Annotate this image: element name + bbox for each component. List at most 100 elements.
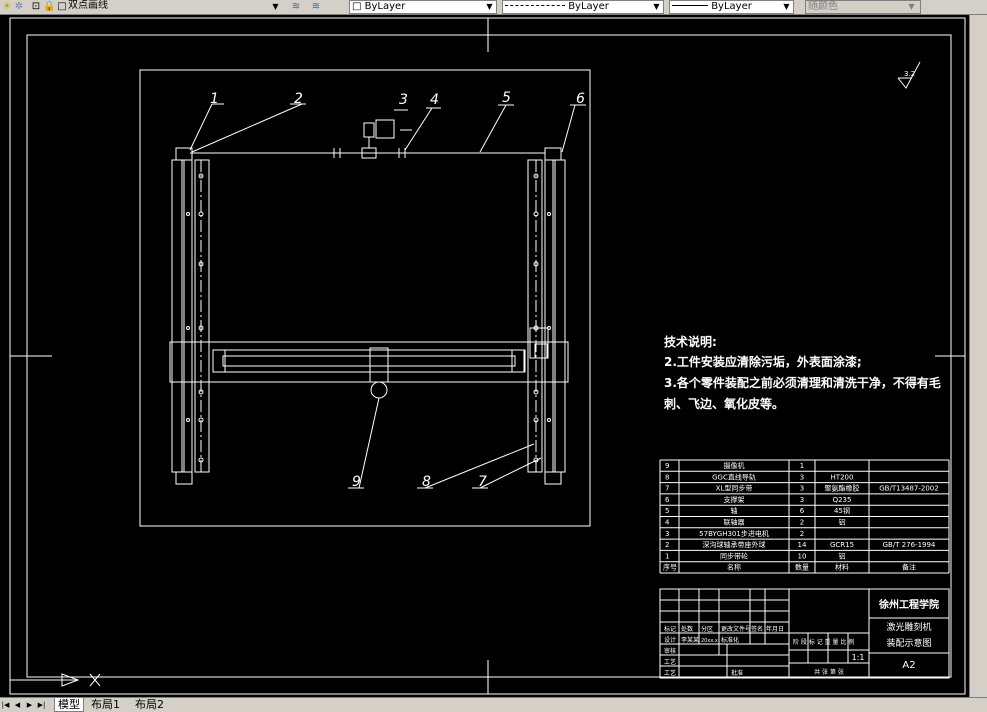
tab-model[interactable]: 模型 [54, 698, 84, 712]
standardization-label: 标准化 [721, 636, 739, 644]
layer-on-icon[interactable]: ☀ [1, 1, 13, 13]
camera-head [370, 381, 388, 399]
design-label: 设计 [664, 636, 676, 644]
bom-row-material: 聚氨酯橡胶 [825, 484, 860, 493]
plotstyle-control[interactable]: 随颜色 [805, 0, 921, 14]
leader-line-4 [404, 107, 433, 151]
left-rail-outer [171, 159, 183, 473]
layer-previous-icon[interactable]: ≋ [308, 1, 324, 13]
stage-labels: 阶 段 标 记 重 量 比 例 [793, 638, 854, 646]
drawing-canvas[interactable]: 1 2 3 4 5 6 7 8 9 3.2 技术说明: 2.工件安装应清除污垢，… [0, 15, 969, 697]
bom-row-no: 8 [665, 473, 669, 481]
motor-body [363, 122, 375, 138]
machine-frame-outline [139, 69, 591, 527]
bom-row-qty: 2 [800, 530, 804, 538]
bom-row-standard: GB/T 276-1994 [883, 541, 936, 549]
linetype-sample-icon [505, 5, 565, 7]
color-dropdown-arrow-icon[interactable]: ▼ [484, 1, 495, 12]
tab-layout2[interactable]: 布局2 [132, 698, 167, 712]
bom-row-qty: 14 [798, 541, 807, 549]
bom-row-material: 铝 [839, 518, 846, 527]
drawing-title-line-2: 装配示意图 [886, 637, 931, 649]
layer-lock-icon[interactable]: ⊡ [30, 1, 42, 13]
row-label-date: 年月日 [766, 625, 784, 633]
lineweight-control[interactable]: ByLayer [669, 0, 794, 14]
balloon-labels: 1 2 3 4 5 6 7 8 9 [210, 90, 585, 490]
balloon-4: 4 [430, 92, 439, 108]
row-label-sign: 签名 [751, 625, 763, 633]
check-label: 审核 [664, 647, 676, 655]
bom-row-name: 支撑架 [724, 495, 745, 504]
left-rail-guide [194, 159, 210, 473]
sheets-label: 共 张 第 张 [814, 668, 844, 676]
ucs-x-label-icon [89, 673, 101, 687]
color-value: ByLayer [364, 1, 406, 12]
motor-housing [375, 119, 395, 139]
bom-row-qty: 3 [800, 473, 804, 481]
row-label-count: 处数 [681, 625, 693, 633]
balloon-9: 9 [352, 474, 361, 490]
bom-row-no: 5 [665, 507, 669, 515]
school-name: 徐州工程学院 [878, 598, 939, 611]
layer-dropdown-arrow-icon[interactable]: ▼ [270, 1, 281, 12]
tech-note-line-1: 2.工件安装应清除污垢，外表面涂漆; [664, 354, 862, 369]
properties-toolbar: ☀ ✲ ⊡ 🔒 □ 双点画线 ▼ ≋ ≋ □ ByLayer ▼ ByLayer… [0, 0, 987, 15]
pulley-bottom-right [544, 471, 562, 485]
balloon-5: 5 [502, 90, 511, 106]
layer-name: 双点画线 [68, 0, 108, 11]
bom-row-no: 2 [665, 541, 669, 549]
bom-header-no: 序号 [663, 563, 677, 572]
laser-carriage [369, 347, 389, 383]
balloon-7: 7 [478, 474, 487, 490]
bom-row-name: XL型同步带 [716, 484, 753, 493]
balloon-8: 8 [422, 474, 431, 490]
layer-freeze-icon[interactable]: ✲ [13, 1, 25, 13]
bom-row-name: GGC直线导轨 [712, 472, 756, 481]
bom-row-qty: 2 [800, 519, 804, 527]
tech-notes-title: 技术说明: [664, 334, 717, 349]
bom-row-no: 7 [665, 485, 669, 493]
drawing-scale: 1:1 [852, 653, 865, 662]
plotstyle-dropdown-arrow-icon[interactable]: ▼ [906, 1, 917, 12]
bom-row-material: GCR15 [830, 541, 854, 549]
balloon-2: 2 [294, 91, 303, 107]
bom-header-material: 材料 [835, 563, 849, 572]
first-tab-icon[interactable]: |◀ [0, 699, 11, 711]
gantry-beam [169, 341, 569, 383]
linetype-control[interactable]: ByLayer [502, 0, 664, 14]
vertical-scrollbar[interactable] [969, 15, 987, 697]
layout-tab-bar: |◀ ◀ ▶ ▶| 模型 布局1 布局2 [0, 697, 987, 712]
leader-line-5 [479, 104, 507, 153]
prev-tab-icon[interactable]: ◀ [12, 699, 23, 711]
tab-layout1[interactable]: 布局1 [88, 698, 123, 712]
title-block-text: 徐州工程学院 激光雕刻机 装配示意图 A2 1:1 阶 段 标 记 重 量 比 … [664, 598, 939, 677]
bom-row-name: 联轴器 [724, 518, 745, 527]
gantry-pulley-right [511, 349, 525, 373]
last-tab-icon[interactable]: ▶| [36, 699, 47, 711]
pulley-top-right [544, 147, 562, 161]
next-tab-icon[interactable]: ▶ [24, 699, 35, 711]
bom-row-material: HT200 [831, 473, 854, 481]
bom-row-standard: GB/T13487-2002 [879, 485, 938, 493]
lineweight-dropdown-arrow-icon[interactable]: ▼ [781, 1, 792, 12]
bom-row-no: 3 [665, 530, 669, 538]
lineweight-sample-icon [672, 5, 708, 7]
layer-state-icon[interactable]: 🔒 [43, 1, 55, 13]
approve-label: 批准 [731, 669, 743, 677]
bom-row-no: 4 [665, 519, 670, 527]
linetype-dropdown-arrow-icon[interactable]: ▼ [651, 1, 662, 12]
design-date: 20xx.x [701, 638, 718, 644]
bom-row-name: 同步带轮 [720, 551, 748, 560]
drawing-title-line-1: 激光雕刻机 [886, 621, 931, 633]
linetype-value: ByLayer [568, 1, 609, 12]
right-rail-outer [554, 159, 566, 473]
make-object-layer-current-icon[interactable]: ≋ [288, 1, 304, 13]
gantry-rail-inner [222, 355, 516, 367]
leader-line-9 [358, 397, 380, 489]
color-control[interactable]: □ ByLayer [349, 0, 497, 14]
color-swatch-icon: □ [352, 1, 362, 12]
bom-header-remark: 备注 [902, 563, 916, 572]
layer-dropdown[interactable]: 双点画线 [66, 0, 282, 14]
bom-row-no: 1 [665, 552, 669, 560]
row-label-zone: 分区 [701, 625, 713, 633]
